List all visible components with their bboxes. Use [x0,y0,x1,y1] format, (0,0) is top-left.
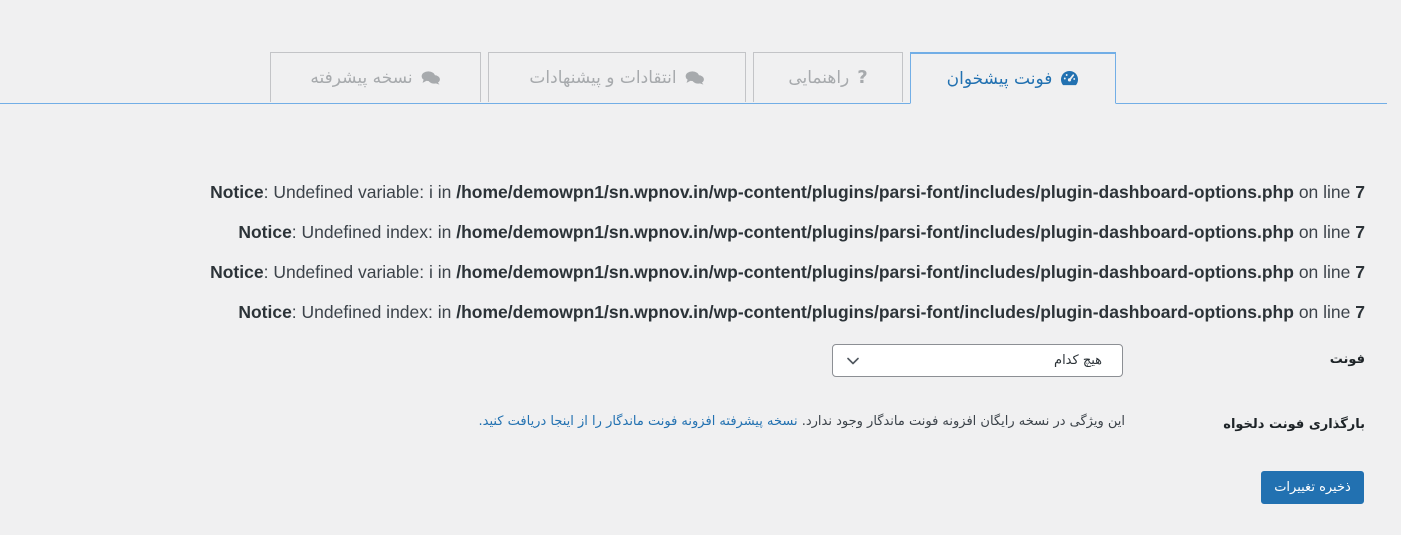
tab-label: راهنمایی [788,67,850,88]
notice-line: 7 [1355,222,1365,242]
notice-path: /home/demowpn1/sn.wpnov.in/wp-content/pl… [456,262,1294,282]
tab-pro-version[interactable]: نسخه پیشرفته [270,52,481,102]
tab-label: انتقادات و پیشنهادات [529,67,677,88]
notice-line: 7 [1355,302,1365,322]
notice-message: Undefined variable: i in [273,262,452,282]
tab-label: فونت پیشخوان [946,68,1053,89]
notice-message: Undefined index: in [301,222,452,242]
php-notice: Notice: Undefined variable: i in /home/d… [210,182,1365,202]
notice-type: Notice [238,302,292,322]
notice-path: /home/demowpn1/sn.wpnov.in/wp-content/pl… [456,302,1294,322]
dashboard-icon [1060,70,1079,87]
comments-icon [685,70,705,86]
tab-feedback[interactable]: انتقادات و پیشنهادات [488,52,746,102]
settings-page: فونت پیشخوان ? راهنمایی انتقادات و پیشنه… [0,0,1401,535]
custom-font-description-text: این ویژگی در نسخه رایگان افزونه فونت مان… [801,414,1125,429]
php-notice: Notice: Undefined variable: i in /home/d… [210,262,1365,282]
font-select[interactable]: هیچ کدام [832,344,1123,377]
custom-font-field-label: بارگذاری فونت دلخواه [1223,417,1365,432]
php-notice: Notice: Undefined index: in /home/demowp… [238,222,1365,242]
notice-type: Notice [210,262,264,282]
tab-help[interactable]: ? راهنمایی [753,52,903,102]
php-notice: Notice: Undefined index: in /home/demowp… [238,302,1365,322]
chevron-down-icon [845,357,859,365]
notice-line: 7 [1355,262,1365,282]
notice-path: /home/demowpn1/sn.wpnov.in/wp-content/pl… [456,222,1294,242]
tab-label: نسخه پیشرفته [310,67,413,88]
pro-version-link[interactable]: نسخه پیشرفته افزونه فونت ماندگار را از ا… [479,414,798,429]
font-field-label: فونت [1329,352,1365,367]
notice-path: /home/demowpn1/sn.wpnov.in/wp-content/pl… [456,182,1294,202]
notice-on-line: on line [1298,222,1351,242]
notice-on-line: on line [1298,182,1351,202]
tab-dashboard-font[interactable]: فونت پیشخوان [910,52,1116,104]
notice-type: Notice [210,182,264,202]
notice-type: Notice [238,222,292,242]
tab-bar: فونت پیشخوان ? راهنمایی انتقادات و پیشنه… [0,52,1387,104]
custom-font-description: این ویژگی در نسخه رایگان افزونه فونت مان… [479,414,1126,429]
notice-message: Undefined variable: i in [273,182,452,202]
comments-icon [421,70,441,86]
question-icon: ? [857,67,868,88]
save-changes-button[interactable]: ذخیره تغییرات [1261,471,1364,504]
font-select-value: هیچ کدام [1054,353,1102,368]
notice-on-line: on line [1298,302,1351,322]
notice-on-line: on line [1298,262,1351,282]
notice-line: 7 [1355,182,1365,202]
notice-message: Undefined index: in [301,302,452,322]
php-notices: Notice: Undefined variable: i in /home/d… [65,178,1365,338]
